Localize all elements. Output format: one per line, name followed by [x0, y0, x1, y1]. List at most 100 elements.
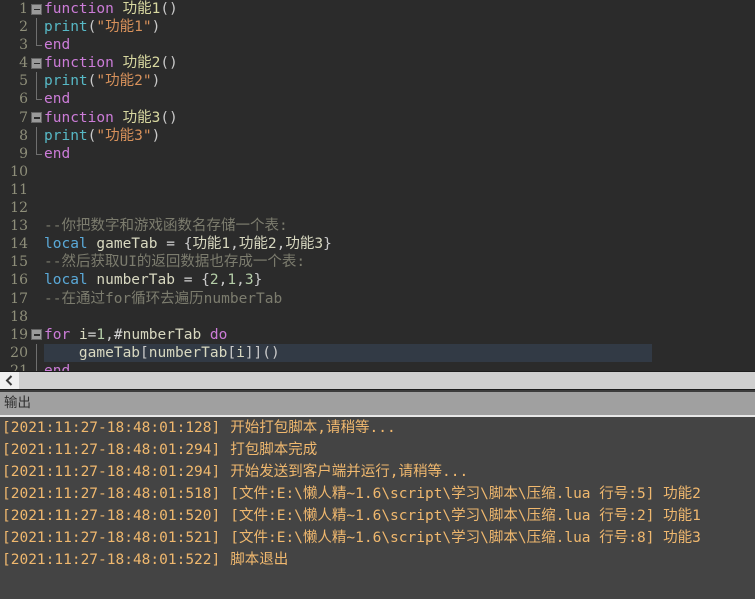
code-line[interactable]: 8 print("功能3"): [0, 126, 755, 145]
token-ident: i: [236, 344, 245, 361]
code-text: --在通过for循环去遍历numberTab: [44, 290, 652, 308]
token-comment: --在通过for循环去遍历numberTab: [44, 290, 283, 307]
code-line[interactable]: 1 function 功能1(): [0, 0, 755, 19]
code-line[interactable]: 14 local gameTab = {功能1,功能2,功能3}: [0, 235, 755, 254]
code-text: for i=1,#numberTab do: [44, 326, 652, 344]
fold-column: [30, 253, 44, 271]
code-line[interactable]: 2 print("功能1"): [0, 18, 755, 37]
token-op: [114, 1, 123, 17]
fold-column[interactable]: [30, 0, 44, 18]
token-comment: --然后获取UI的返回数据也存成一个表:: [44, 254, 306, 271]
code-text: --然后获取UI的返回数据也存成一个表:: [44, 253, 652, 271]
chevron-left-icon: [5, 375, 14, 386]
code-line[interactable]: 12: [0, 199, 755, 218]
fold-column[interactable]: [30, 109, 44, 127]
code-line[interactable]: 17 --在通过for循环去遍历numberTab: [0, 289, 755, 308]
token-fnname: 功能2: [122, 55, 161, 72]
code-line[interactable]: 18: [0, 307, 755, 326]
token-kw: function: [44, 1, 114, 17]
token-op: [201, 327, 210, 343]
fold-guide-end: [36, 36, 42, 47]
line-number: 19: [0, 325, 28, 344]
token-num: 2: [209, 272, 219, 289]
code-text: gameTab[numberTab[i]](): [44, 343, 652, 362]
code-line[interactable]: 20 gameTab[numberTab[i]](): [0, 343, 755, 362]
log-message: [文件:E:\懒人精~1.6\script\学习\脚本\压缩.lua 行号:2]…: [230, 508, 701, 524]
fold-guide-line: [36, 126, 37, 145]
log-timestamp: [2021:11:27-18:48:01:294]: [2, 442, 221, 458]
code-text: end: [44, 362, 652, 371]
fold-column: [30, 18, 44, 37]
code-text: local gameTab = {功能1,功能2,功能3}: [44, 235, 652, 253]
code-line[interactable]: 16 local numberTab = {2,1,3}: [0, 271, 755, 290]
fold-collapse-icon[interactable]: [31, 3, 42, 15]
token-punct: }: [253, 272, 263, 289]
code-text: end: [44, 36, 652, 54]
output-log-line: [2021:11:27-18:48:01:128] 开始打包脚本,请稍等...: [0, 417, 755, 439]
token-builtin: print: [44, 19, 88, 36]
fold-column[interactable]: [30, 326, 44, 344]
line-number: 12: [0, 199, 28, 218]
token-punct: ): [151, 127, 161, 144]
fold-collapse-icon[interactable]: [31, 329, 42, 341]
code-line[interactable]: 11: [0, 180, 755, 200]
code-text: print("功能3"): [44, 127, 652, 145]
line-number: 8: [0, 126, 28, 145]
token-ident: gameTab: [44, 344, 141, 361]
token-punct: (): [160, 55, 178, 72]
token-kw: end: [44, 362, 71, 371]
fold-column: [30, 343, 44, 362]
code-line[interactable]: 3 end: [0, 36, 755, 55]
token-kw: function: [44, 55, 114, 72]
code-text: print("功能1"): [44, 18, 652, 36]
token-kw2: local: [44, 236, 88, 253]
fold-column: [30, 72, 44, 91]
token-punct: (): [160, 109, 178, 126]
code-text: print("功能2"): [44, 72, 652, 90]
token-kw: end: [44, 145, 71, 162]
log-message: 开始发送到客户端并运行,请稍等...: [230, 464, 469, 480]
token-kw: for: [44, 326, 71, 343]
code-text: local numberTab = {2,1,3}: [44, 271, 652, 289]
log-timestamp: [2021:11:27-18:48:01:518]: [2, 486, 221, 502]
code-line[interactable]: 10: [0, 162, 755, 181]
token-punct: ]](): [244, 344, 280, 361]
code-line[interactable]: 6 end: [0, 90, 755, 109]
token-punct: ,: [236, 272, 245, 289]
output-log-line: [2021:11:27-18:48:01:294] 打包脚本完成: [0, 439, 755, 461]
scroll-track[interactable]: [19, 372, 755, 389]
output-panel[interactable]: [2021:11:27-18:48:01:128] 开始打包脚本,请稍等... [2…: [0, 415, 755, 597]
code-line[interactable]: 21 end: [0, 361, 755, 371]
fold-collapse-icon[interactable]: [31, 112, 42, 124]
code-line[interactable]: 19 for i=1,#numberTab do: [0, 325, 755, 344]
fold-collapse-icon[interactable]: [31, 57, 42, 69]
token-str: "功能2": [96, 73, 152, 90]
fold-column: [30, 271, 44, 289]
scroll-left-button[interactable]: [0, 372, 19, 389]
code-line[interactable]: 4 function 功能2(): [0, 54, 755, 73]
token-num: 3: [244, 272, 254, 289]
fold-column[interactable]: [30, 54, 44, 72]
code-line[interactable]: 5 print("功能2"): [0, 72, 755, 91]
line-number: 17: [0, 289, 28, 308]
line-number: 9: [0, 144, 28, 163]
code-line[interactable]: 13 --你把数字和游戏函数名存储一个表:: [0, 217, 755, 236]
code-line[interactable]: 15 --然后获取UI的返回数据也存成一个表:: [0, 253, 755, 272]
line-number: 4: [0, 54, 28, 73]
code-text: function 功能1(): [44, 0, 652, 18]
fold-guide-line: [36, 18, 37, 37]
code-line[interactable]: 7 function 功能3(): [0, 108, 755, 127]
line-number: 21: [0, 361, 28, 371]
code-editor[interactable]: 1 function 功能1() 2 print("功能1") 3 end 4 functio…: [0, 0, 755, 371]
line-number: 20: [0, 343, 28, 362]
code-line[interactable]: 9 end: [0, 144, 755, 163]
editor-horizontal-scrollbar[interactable]: [0, 371, 755, 390]
token-punct: ): [151, 73, 161, 90]
log-timestamp: [2021:11:27-18:48:01:521]: [2, 530, 221, 546]
token-ident: numberTab: [148, 344, 228, 361]
token-punct: (): [160, 1, 178, 17]
token-fnname: 功能1: [122, 1, 161, 17]
token-ident: numberTab: [122, 326, 202, 343]
